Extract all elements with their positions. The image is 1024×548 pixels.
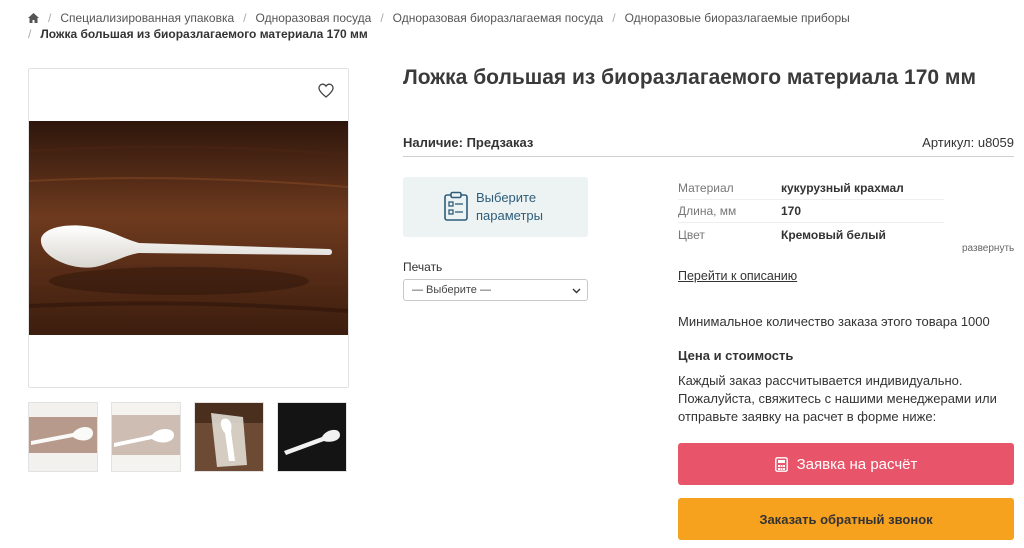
spec-key: Цвет bbox=[678, 227, 705, 242]
spec-row: Материал кукурузный крахмал bbox=[678, 177, 944, 200]
product-main-image[interactable] bbox=[28, 68, 349, 388]
choose-parameters-label: Выберите параметры bbox=[476, 190, 543, 223]
order-callback-label: Заказать обратный звонок bbox=[759, 511, 933, 527]
request-quote-label: Заявка на расчёт bbox=[796, 455, 918, 473]
expand-specs-link[interactable]: развернуть bbox=[962, 243, 1014, 254]
thumbnail-2[interactable] bbox=[111, 402, 181, 472]
breadcrumb: / Специализированная упаковка / Одноразо… bbox=[28, 10, 1008, 42]
price-note: Каждый заказ рассчитывается индивидуальн… bbox=[678, 373, 997, 424]
breadcrumb-separator: / bbox=[48, 11, 52, 25]
order-callback-button[interactable]: Заказать обратный звонок bbox=[678, 498, 1014, 540]
availability-status: Наличие: Предзаказ bbox=[403, 135, 534, 150]
spec-key: Материал bbox=[678, 181, 734, 195]
breadcrumb-item[interactable]: Одноразовая биоразлагаемая посуда bbox=[393, 10, 604, 26]
breadcrumb-item[interactable]: Одноразовая посуда bbox=[256, 10, 372, 26]
breadcrumb-item[interactable]: Специализированная упаковка bbox=[60, 10, 234, 26]
price-heading: Цена и стоимость bbox=[678, 348, 794, 363]
thumbnail-strip bbox=[28, 402, 349, 472]
chevron-down-icon bbox=[572, 288, 581, 294]
spoon-on-wood-photo bbox=[29, 121, 348, 335]
thumbnail-3[interactable] bbox=[194, 402, 264, 472]
print-select-value: — Выберите — bbox=[412, 284, 491, 296]
home-icon[interactable] bbox=[28, 13, 39, 23]
spec-value: кукурузный крахмал bbox=[781, 181, 904, 195]
product-title: Ложка большая из биоразлагаемого материа… bbox=[403, 66, 976, 89]
specs-table: Материал кукурузный крахмал Длина, мм 17… bbox=[678, 177, 944, 246]
product-sku: Артикул: u8059 bbox=[922, 135, 1014, 150]
print-label: Печать bbox=[403, 260, 443, 274]
thumbnail-1[interactable] bbox=[28, 402, 98, 472]
spec-value: 170 bbox=[781, 204, 802, 218]
spec-row: Цвет Кремовый белый bbox=[678, 223, 944, 246]
calculator-icon bbox=[774, 456, 788, 472]
breadcrumb-separator: / bbox=[243, 11, 247, 25]
thumbnail-4[interactable] bbox=[277, 402, 347, 472]
request-quote-button[interactable]: Заявка на расчёт bbox=[678, 443, 1014, 485]
clipboard-icon bbox=[444, 191, 468, 221]
go-to-description-link[interactable]: Перейти к описанию bbox=[678, 269, 797, 283]
heart-icon[interactable] bbox=[318, 83, 334, 98]
breadcrumb-separator: / bbox=[612, 11, 616, 25]
breadcrumb-separator: / bbox=[28, 27, 32, 41]
spec-value: Кремовый белый bbox=[781, 227, 886, 242]
spec-row: Длина, мм 170 bbox=[678, 200, 944, 223]
min-order-text: Минимальное количество заказа этого това… bbox=[678, 314, 990, 329]
breadcrumb-separator: / bbox=[380, 11, 384, 25]
availability-row: Наличие: Предзаказ Артикул: u8059 bbox=[403, 135, 1014, 157]
breadcrumb-item[interactable]: Одноразовые биоразлагаемые приборы bbox=[625, 10, 850, 26]
spec-key: Длина, мм bbox=[678, 204, 737, 218]
print-select[interactable]: — Выберите — bbox=[403, 279, 588, 301]
choose-parameters-button[interactable]: Выберите параметры bbox=[403, 177, 588, 237]
breadcrumb-current: Ложка большая из биоразлагаемого материа… bbox=[40, 27, 368, 41]
